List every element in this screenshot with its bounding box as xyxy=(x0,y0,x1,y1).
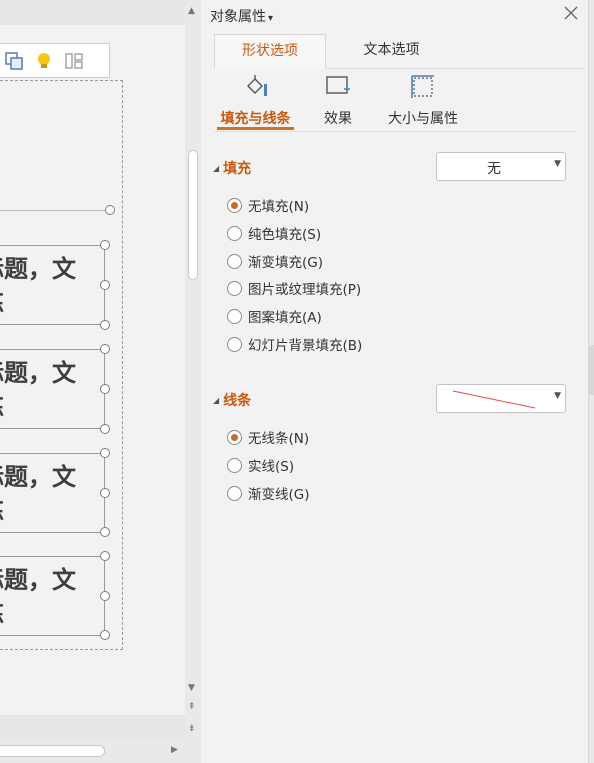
fill-section-title[interactable]: ◢ 填充 xyxy=(213,158,251,178)
fill-dropdown[interactable]: 无 ▼ xyxy=(436,152,566,181)
lightbulb-icon[interactable] xyxy=(29,46,59,76)
resize-handle[interactable] xyxy=(100,527,110,537)
active-subtab-indicator xyxy=(217,127,294,130)
next-page-icon[interactable]: ⇟ xyxy=(188,724,196,734)
resize-handle[interactable] xyxy=(100,240,110,250)
resize-handle[interactable] xyxy=(100,551,110,561)
radio-no-line[interactable]: 无线条(N) xyxy=(227,427,309,447)
radio-gradient-fill[interactable]: 渐变填充(G) xyxy=(227,251,323,271)
chevron-down-icon: ▼ xyxy=(554,159,561,169)
layout-icon[interactable] xyxy=(59,46,89,76)
floating-toolbar xyxy=(0,43,110,78)
radio-slide-background-fill[interactable]: 幻灯片背景填充(B) xyxy=(227,334,362,354)
panel-title[interactable]: 对象属性 ▾ xyxy=(210,6,273,26)
size-icon xyxy=(409,75,437,104)
scroll-down-arrow-icon[interactable]: ▼ xyxy=(188,683,195,693)
resize-handle[interactable] xyxy=(100,630,110,640)
divider xyxy=(214,131,576,132)
resize-handle[interactable] xyxy=(100,448,110,458)
vertical-scroll-thumb[interactable] xyxy=(188,150,198,280)
resize-handle[interactable] xyxy=(100,320,110,330)
resize-handle[interactable] xyxy=(100,424,110,434)
card-text: 标题，文炼 xyxy=(0,566,76,628)
resize-handle[interactable] xyxy=(100,280,110,290)
radio-button[interactable] xyxy=(227,485,242,501)
title-dropdown-caret-icon[interactable]: ▾ xyxy=(268,13,273,24)
vertical-scrollbar[interactable]: ▲ ▼ ⇞ ⇟ xyxy=(185,0,201,763)
radio-button[interactable] xyxy=(227,336,242,352)
resize-handle[interactable] xyxy=(100,384,110,394)
horizontal-scroll-thumb[interactable] xyxy=(0,745,105,757)
object-properties-panel: 对象属性 ▾ 形状选项 文本选项 填充与线条 效果 大小与属性 ◢ 填充 无 ▼ 无… xyxy=(201,0,588,763)
subtab-size-properties[interactable]: 大小与属性 xyxy=(384,74,462,128)
card-text: 标题，文炼 xyxy=(0,463,76,525)
resize-handle[interactable] xyxy=(100,344,110,354)
radio-button[interactable] xyxy=(227,225,242,241)
collapse-triangle-icon: ◢ xyxy=(213,396,220,405)
radio-solid-line[interactable]: 实线(S) xyxy=(227,455,294,475)
radio-gradient-line[interactable]: 渐变线(G) xyxy=(227,483,310,503)
tab-text-options[interactable]: 文本选项 xyxy=(339,34,444,67)
panel-scroll-thumb[interactable] xyxy=(589,345,594,395)
radio-button[interactable] xyxy=(227,280,242,296)
resize-handle[interactable] xyxy=(100,488,110,498)
radio-button[interactable] xyxy=(227,429,242,445)
radio-pattern-fill[interactable]: 图案填充(A) xyxy=(227,306,322,326)
subtab-effects[interactable]: 效果 xyxy=(318,74,358,128)
connector-line xyxy=(0,210,105,211)
tab-shape-options[interactable]: 形状选项 xyxy=(214,34,326,69)
card-text: 标题，文炼 xyxy=(0,255,76,317)
resize-handle[interactable] xyxy=(105,205,115,215)
radio-button[interactable] xyxy=(227,197,242,213)
scroll-right-arrow-icon[interactable]: ▶ xyxy=(171,745,178,755)
radio-button[interactable] xyxy=(227,308,242,324)
close-icon[interactable] xyxy=(563,5,579,21)
radio-button[interactable] xyxy=(227,253,242,269)
line-dropdown[interactable]: ▼ xyxy=(436,384,566,413)
panel-tabs: 形状选项 文本选项 xyxy=(214,34,584,69)
horizontal-scrollbar[interactable]: ▶ xyxy=(0,738,185,763)
effect-icon xyxy=(324,76,352,104)
line-section-title[interactable]: ◢ 线条 xyxy=(213,390,251,410)
subtab-fill-line[interactable]: 填充与线条 xyxy=(217,74,294,128)
slide-canvas: 标题，文炼 标题，文炼 标题，文炼 标题，文炼 xyxy=(0,0,185,763)
chevron-down-icon: ▼ xyxy=(554,391,561,401)
fill-bucket-icon xyxy=(242,75,270,104)
previous-page-icon[interactable]: ⇞ xyxy=(188,702,196,712)
radio-solid-fill[interactable]: 纯色填充(S) xyxy=(227,223,321,243)
scroll-up-arrow-icon[interactable]: ▲ xyxy=(188,6,195,16)
copy-shape-icon[interactable] xyxy=(0,46,29,76)
line-preview-icon xyxy=(452,390,536,409)
radio-picture-fill[interactable]: 图片或纹理填充(P) xyxy=(227,278,361,298)
radio-button[interactable] xyxy=(227,457,242,473)
radio-no-fill[interactable]: 无填充(N) xyxy=(227,195,309,215)
card-text: 标题，文炼 xyxy=(0,359,76,421)
collapse-triangle-icon: ◢ xyxy=(213,164,220,173)
resize-handle[interactable] xyxy=(100,591,110,601)
